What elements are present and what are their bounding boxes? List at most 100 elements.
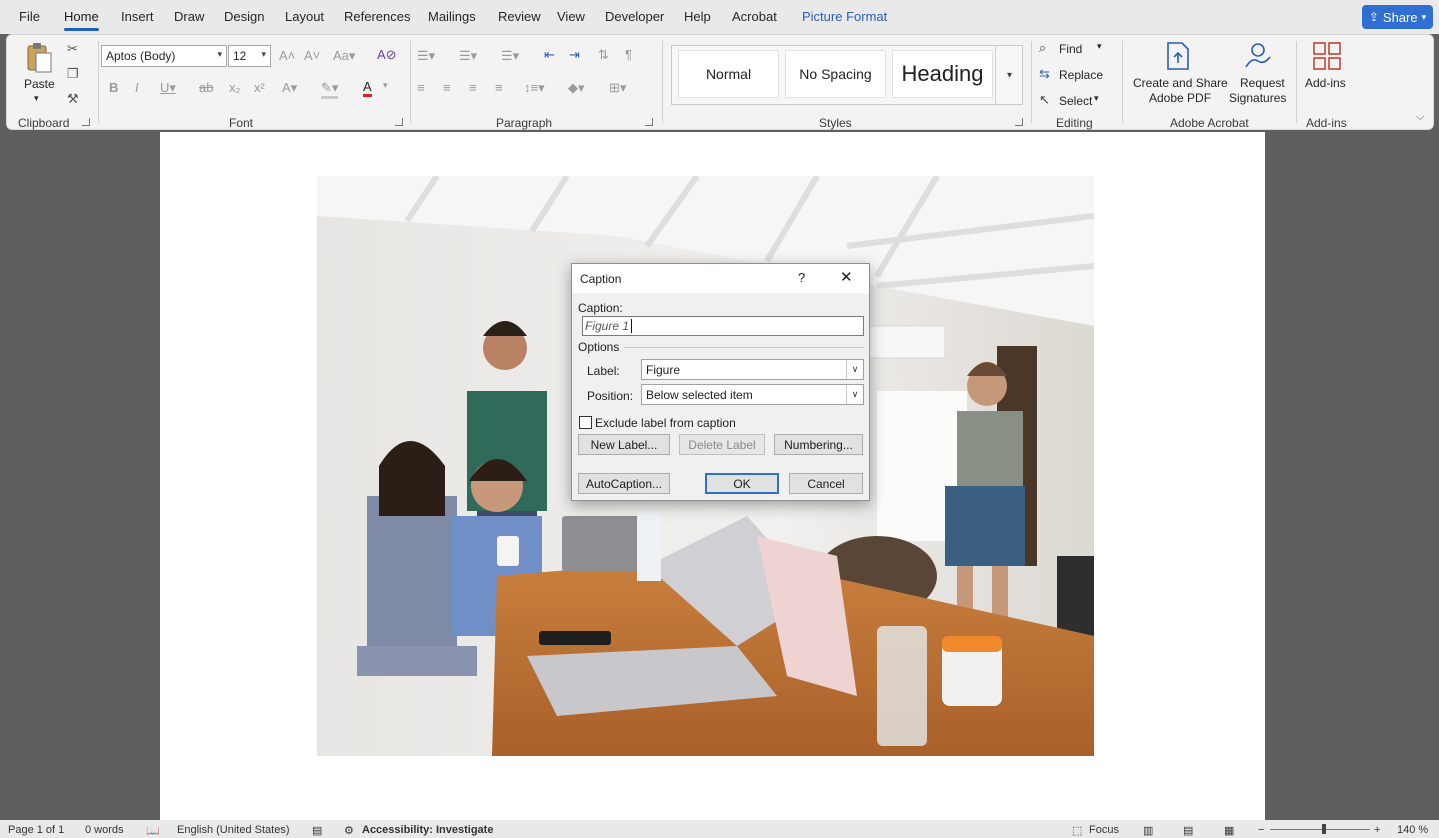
select-button[interactable]: ↖ Select ▾ <box>1039 92 1109 110</box>
multilevel-list-icon[interactable]: ☰▾ <box>501 48 519 64</box>
styles-gallery: Normal No Spacing Heading <box>671 45 1023 105</box>
proofing-icon[interactable]: 📖 <box>146 824 160 837</box>
focus-icon[interactable]: ⬚ <box>1072 824 1082 837</box>
menu-developer[interactable]: Developer <box>605 9 664 24</box>
styles-launcher-icon[interactable] <box>1015 118 1023 126</box>
word-count[interactable]: 0 words <box>85 824 124 836</box>
menu-view[interactable]: View <box>557 9 585 24</box>
menu-design[interactable]: Design <box>224 9 264 24</box>
add-ins-button[interactable]: Add-ins <box>1301 39 1355 109</box>
zoom-slider-track[interactable] <box>1270 829 1370 830</box>
format-painter-icon[interactable]: ⚒ <box>67 91 79 107</box>
increase-indent-icon[interactable]: ⇥ <box>569 47 580 63</box>
new-label-button[interactable]: New Label... <box>578 434 670 455</box>
zoom-level[interactable]: 140 % <box>1397 824 1428 836</box>
paste-icon <box>27 43 52 73</box>
menu-home[interactable]: Home <box>64 9 99 31</box>
style-no-spacing[interactable]: No Spacing <box>785 50 886 98</box>
grow-font-icon[interactable]: A˄ <box>279 48 295 63</box>
numbering-icon[interactable]: ☰▾ <box>459 48 477 64</box>
text-cursor <box>631 319 632 333</box>
borders-icon[interactable]: ⊞▾ <box>609 80 626 96</box>
close-icon[interactable]: ✕ <box>840 268 853 286</box>
bullets-icon[interactable]: ☰▾ <box>417 48 435 64</box>
decrease-indent-icon[interactable]: ⇤ <box>544 47 555 63</box>
underline-icon[interactable]: U▾ <box>160 80 176 96</box>
highlight-icon[interactable]: ✎▾ <box>321 80 339 99</box>
request-signatures-button[interactable]: Request Signatures <box>1225 39 1291 109</box>
zoom-slider-thumb[interactable] <box>1322 824 1326 834</box>
subscript-icon[interactable]: x₂ <box>229 80 241 95</box>
help-icon[interactable]: ? <box>798 270 805 285</box>
zoom-in-icon[interactable]: + <box>1374 824 1380 836</box>
macro-icon[interactable]: ▤ <box>312 824 322 837</box>
font-size-select[interactable]: 12 ▾ <box>228 45 271 67</box>
cancel-button[interactable]: Cancel <box>789 473 863 494</box>
exclude-label-checkbox[interactable] <box>579 416 592 429</box>
menu-layout[interactable]: Layout <box>285 9 324 24</box>
menu-draw[interactable]: Draw <box>174 9 204 24</box>
style-normal[interactable]: Normal <box>678 50 779 98</box>
caption-label: Caption: <box>578 301 623 315</box>
styles-more-icon[interactable]: ▾ <box>995 45 1023 105</box>
menu-mailings[interactable]: Mailings <box>428 9 476 24</box>
paragraph-launcher-icon[interactable] <box>645 118 653 126</box>
shading-icon[interactable]: ◆▾ <box>568 80 585 96</box>
font-name-select[interactable]: Aptos (Body) ▾ <box>101 45 227 67</box>
align-center-icon[interactable]: ≡ <box>443 80 451 95</box>
accessibility-status[interactable]: Accessibility: Investigate <box>362 824 493 836</box>
paste-button[interactable]: Paste ▾ <box>21 41 57 105</box>
show-formatting-icon[interactable]: ¶ <box>625 47 632 62</box>
align-left-icon[interactable]: ≡ <box>417 80 425 95</box>
share-button[interactable]: ⇪ Share ▾ <box>1362 5 1433 29</box>
autocaption-button[interactable]: AutoCaption... <box>578 473 670 494</box>
find-button[interactable]: ⌕ Find ▾ <box>1039 40 1109 58</box>
menu-references[interactable]: References <box>344 9 410 24</box>
align-right-icon[interactable]: ≡ <box>469 80 477 95</box>
zoom-out-icon[interactable]: − <box>1258 824 1264 836</box>
change-case-icon[interactable]: Aa▾ <box>333 48 355 64</box>
delete-label-button[interactable]: Delete Label <box>679 434 765 455</box>
page-count[interactable]: Page 1 of 1 <box>8 824 64 836</box>
position-select[interactable]: Below selected item ∨ <box>641 384 864 405</box>
label-select[interactable]: Figure ∨ <box>641 359 864 380</box>
focus-button[interactable]: Focus <box>1089 824 1119 836</box>
create-share-pdf-button[interactable]: Create and Share Adobe PDF <box>1129 39 1228 109</box>
numbering-button[interactable]: Numbering... <box>774 434 863 455</box>
menu-acrobat[interactable]: Acrobat <box>732 9 777 24</box>
chevron-down-icon: ∨ <box>846 360 863 379</box>
read-mode-icon[interactable]: ▥ <box>1143 824 1153 837</box>
ok-button[interactable]: OK <box>705 473 779 494</box>
strikethrough-icon[interactable]: ab <box>199 80 213 95</box>
clipboard-launcher-icon[interactable] <box>82 118 90 126</box>
font-launcher-icon[interactable] <box>395 118 403 126</box>
menu-review[interactable]: Review <box>498 9 541 24</box>
menu-picture-format[interactable]: Picture Format <box>802 9 887 24</box>
copy-icon[interactable]: ❐ <box>67 66 79 82</box>
chevron-down-icon[interactable]: ▾ <box>383 80 388 91</box>
cut-icon[interactable]: ✂ <box>67 41 78 57</box>
italic-icon[interactable]: I <box>135 80 139 95</box>
shrink-font-icon[interactable]: A˅ <box>304 48 320 63</box>
dialog-titlebar[interactable]: Caption ? ✕ <box>572 264 869 293</box>
print-layout-icon[interactable]: ▤ <box>1183 824 1193 837</box>
menu-help[interactable]: Help <box>684 9 711 24</box>
justify-icon[interactable]: ≡ <box>495 80 503 95</box>
language-status[interactable]: English (United States) <box>177 824 290 836</box>
font-color-icon[interactable]: A <box>363 79 372 97</box>
line-spacing-icon[interactable]: ↕≡▾ <box>524 80 545 96</box>
superscript-icon[interactable]: x² <box>254 80 265 95</box>
replace-button[interactable]: ⇆ Replace <box>1039 66 1109 84</box>
accessibility-icon[interactable]: ⚙ <box>344 824 354 837</box>
text-effects-icon[interactable]: A▾ <box>282 80 297 96</box>
web-layout-icon[interactable]: ▦ <box>1224 824 1234 837</box>
clear-formatting-icon[interactable]: A⊘ <box>377 47 397 63</box>
collapse-ribbon-icon[interactable]: ⌵ <box>1416 111 1424 124</box>
menu-file[interactable]: File <box>19 9 40 24</box>
caption-input[interactable]: Figure 1 <box>582 316 864 336</box>
bold-icon[interactable]: B <box>109 80 118 95</box>
exclude-label-text: Exclude label from caption <box>595 416 736 430</box>
menu-insert[interactable]: Insert <box>121 9 154 24</box>
sort-icon[interactable]: ⇅ <box>598 47 609 63</box>
style-heading[interactable]: Heading <box>892 50 993 98</box>
